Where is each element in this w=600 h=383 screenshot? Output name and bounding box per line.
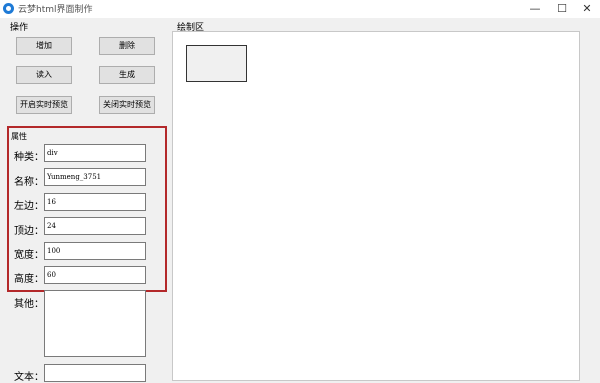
app-icon: [3, 3, 14, 14]
start-preview-button[interactable]: 开启实时预览: [16, 96, 72, 114]
height-field[interactable]: 60: [44, 266, 146, 284]
type-field[interactable]: div: [44, 144, 146, 162]
maximize-button[interactable]: ☐: [549, 0, 575, 18]
canvas-div-element[interactable]: [186, 45, 247, 82]
text-label: 文本：: [14, 372, 44, 383]
window-title: 云梦html界面制作: [18, 5, 93, 15]
top-label: 顶边：: [14, 226, 44, 237]
drawing-canvas[interactable]: [172, 31, 580, 381]
width-field[interactable]: 100: [44, 242, 146, 260]
top-field[interactable]: 24: [44, 217, 146, 235]
delete-button[interactable]: 删除: [99, 37, 155, 55]
generate-button[interactable]: 生成: [99, 66, 155, 84]
text-field[interactable]: [44, 364, 146, 382]
minimize-button[interactable]: —: [522, 0, 548, 18]
width-label: 宽度：: [14, 250, 44, 261]
left-label: 左边：: [14, 201, 44, 212]
operations-label: 操作: [10, 23, 29, 33]
stop-preview-button[interactable]: 关闭实时预览: [99, 96, 155, 114]
add-button[interactable]: 增加: [16, 37, 72, 55]
left-field[interactable]: 16: [44, 193, 146, 211]
other-label: 其他：: [14, 299, 44, 310]
name-field[interactable]: Yunmeng_3751: [44, 168, 146, 186]
title-bar: 云梦html界面制作 — ☐ ✕: [0, 0, 600, 18]
name-label: 名称：: [14, 177, 44, 188]
other-textarea[interactable]: [44, 290, 146, 357]
type-label: 种类：: [14, 152, 44, 163]
vertical-scrollbar[interactable]: [586, 31, 598, 375]
height-label: 高度：: [14, 274, 44, 285]
properties-label: 属性: [11, 132, 27, 141]
load-button[interactable]: 读入: [16, 66, 72, 84]
close-button[interactable]: ✕: [574, 0, 600, 18]
